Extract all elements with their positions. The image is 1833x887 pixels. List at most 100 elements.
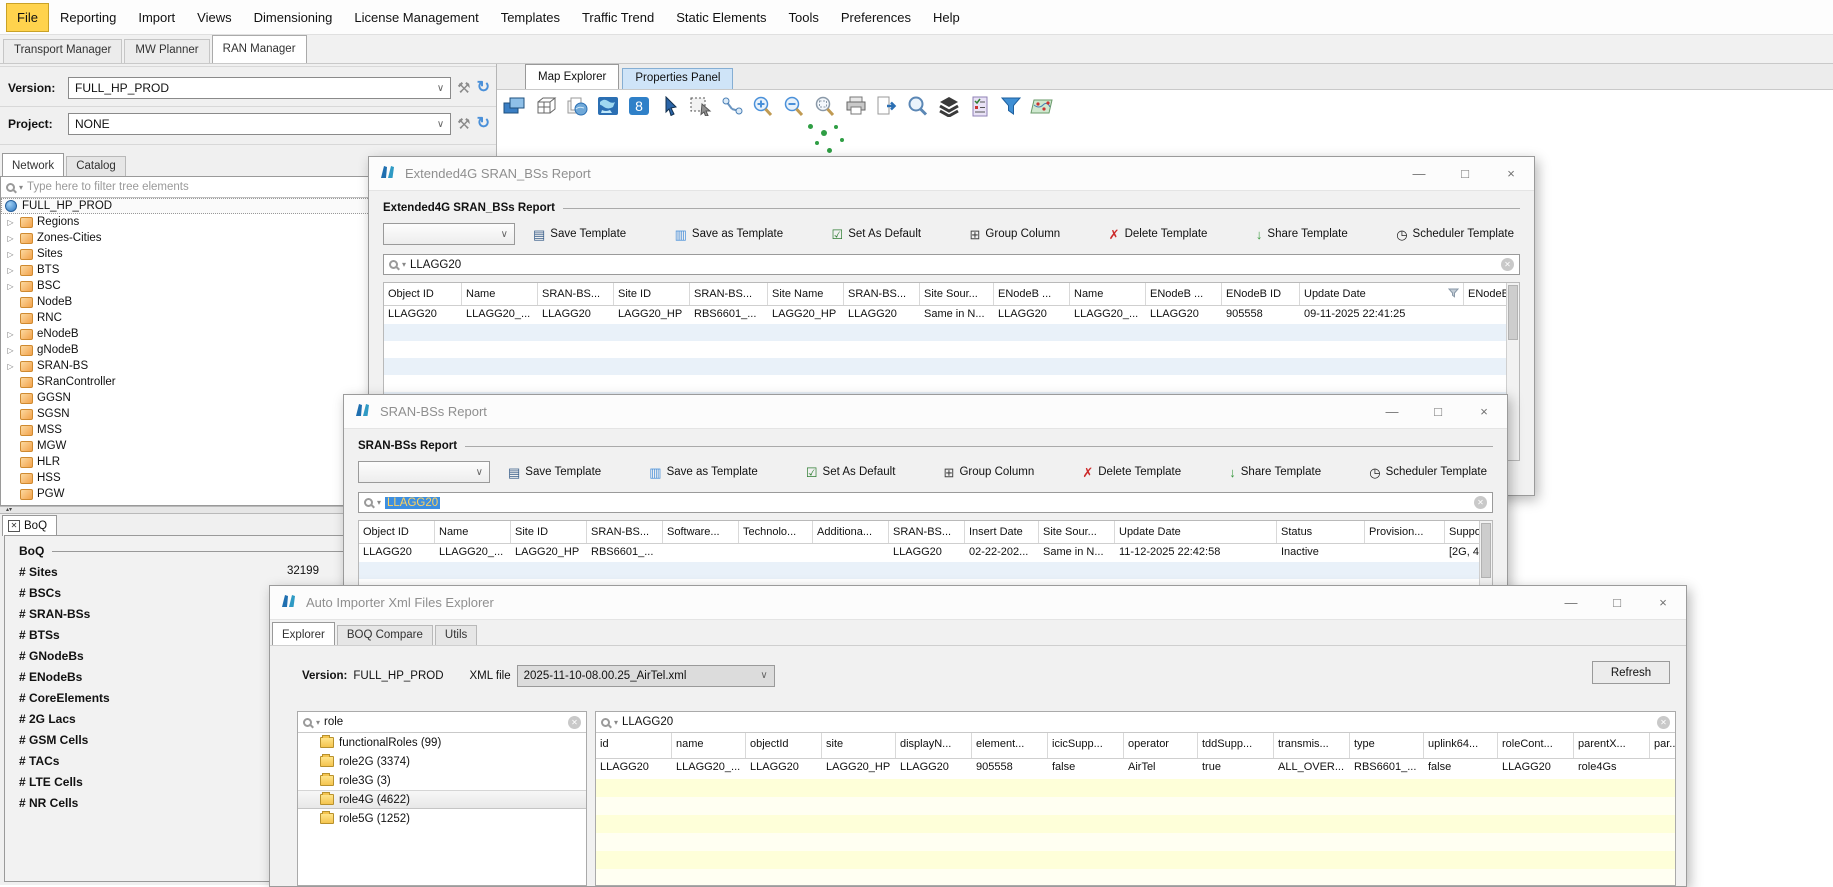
expand-arrow-icon[interactable]: ▷ <box>5 250 16 259</box>
close-icon[interactable]: ✕ <box>8 520 20 532</box>
map-marker[interactable] <box>840 138 844 142</box>
map-tab-properties-panel[interactable]: Properties Panel <box>622 68 733 89</box>
column-header-insert-date[interactable]: Insert Date <box>965 521 1039 543</box>
tab-boq[interactable]: ✕ BoQ <box>2 515 57 536</box>
table-row[interactable]: LLAGG20LLAGG20_...LLAGG20LAGG20_HPRBS660… <box>384 306 1519 324</box>
save-as-template-button[interactable]: ▥Save as Template <box>649 466 758 479</box>
menu-item-dimensioning[interactable]: Dimensioning <box>243 3 344 32</box>
column-header-sran-bs[interactable]: SRAN-BS... <box>538 283 614 305</box>
clear-search-icon[interactable]: ✕ <box>1501 258 1514 271</box>
delete-template-button[interactable]: ✗Delete Template <box>1109 228 1208 241</box>
project-dropdown[interactable]: NONE ∨ <box>68 113 451 135</box>
print-icon[interactable] <box>843 95 868 118</box>
column-header-rolecont[interactable]: roleCont... <box>1498 733 1574 758</box>
column-header-name[interactable]: Name <box>462 283 538 305</box>
table-row[interactable]: LLAGG20LLAGG20_...LLAGG20LAGG20_HPLLAGG2… <box>596 759 1675 779</box>
column-header-objectid[interactable]: objectId <box>746 733 822 758</box>
delete-template-button[interactable]: ✗Delete Template <box>1082 466 1181 479</box>
copy-map-icon[interactable] <box>564 95 589 118</box>
column-header-additiona[interactable]: Additiona... <box>813 521 889 543</box>
menu-item-file[interactable]: File <box>6 3 49 32</box>
column-header-id[interactable]: id <box>596 733 672 758</box>
importer-tab-boq-compare[interactable]: BOQ Compare <box>337 625 433 645</box>
world-map-icon[interactable] <box>595 95 620 118</box>
save-as-template-button[interactable]: ▥Save as Template <box>675 228 784 241</box>
column-header-uplink64[interactable]: uplink64... <box>1424 733 1498 758</box>
configure-version-icon[interactable]: ⚒ <box>457 81 470 96</box>
column-header-site-sour[interactable]: Site Sour... <box>920 283 994 305</box>
column-header-site-sour[interactable]: Site Sour... <box>1039 521 1115 543</box>
column-header-operator[interactable]: operator <box>1124 733 1198 758</box>
column-header-technolo[interactable]: Technolo... <box>739 521 813 543</box>
menu-item-templates[interactable]: Templates <box>490 3 571 32</box>
google-earth-icon[interactable]: 8 <box>626 95 651 118</box>
minimize-button[interactable]: — <box>1369 395 1415 428</box>
set-as-default-button[interactable]: ☑Set As Default <box>806 466 896 479</box>
column-header-site-id[interactable]: Site ID <box>614 283 690 305</box>
scheduler-template-button[interactable]: ◷Scheduler Template <box>1369 466 1487 479</box>
app-tab-transport-manager[interactable]: Transport Manager <box>3 39 122 63</box>
report-search-input[interactable]: ▾ LLAGG20 ✕ <box>383 254 1520 275</box>
tree-tab-catalog[interactable]: Catalog <box>66 156 126 176</box>
map-tab-map-explorer[interactable]: Map Explorer <box>525 64 619 89</box>
menu-item-license-management[interactable]: License Management <box>343 3 489 32</box>
refresh-version-icon[interactable]: ↻ <box>477 80 490 96</box>
column-header-update-date[interactable]: Update Date <box>1300 283 1464 305</box>
close-button[interactable]: × <box>1461 395 1507 428</box>
share-template-button[interactable]: ↓Share Template <box>1256 228 1348 241</box>
save-template-button[interactable]: ▤Save Template <box>533 228 626 241</box>
map-marker[interactable] <box>808 124 813 129</box>
expand-arrow-icon[interactable]: ▷ <box>5 346 16 355</box>
column-header-displayn[interactable]: displayN... <box>896 733 972 758</box>
report-search-input[interactable]: ▾ LLAGG20 ✕ <box>358 492 1493 513</box>
column-header-enodeb-id[interactable]: ENodeB ID <box>1222 283 1300 305</box>
column-header-enodeb[interactable]: ENodeB ... <box>1146 283 1222 305</box>
window-titlebar[interactable]: Auto Importer Xml Files Explorer — □ × <box>270 586 1686 620</box>
column-header-name[interactable]: Name <box>1070 283 1146 305</box>
window-titlebar[interactable]: SRAN-BSs Report — □ × <box>344 395 1507 429</box>
menu-item-import[interactable]: Import <box>127 3 186 32</box>
column-header-transmis[interactable]: transmis... <box>1274 733 1350 758</box>
expand-arrow-icon[interactable]: ▷ <box>5 282 16 291</box>
column-header-sran-bs[interactable]: SRAN-BS... <box>690 283 768 305</box>
layers-icon[interactable] <box>936 95 961 118</box>
menu-item-static-elements[interactable]: Static Elements <box>665 3 777 32</box>
scrollbar-thumb[interactable] <box>1508 285 1518 340</box>
folder-item-role2g-3374[interactable]: role2G (3374) <box>298 752 586 771</box>
save-template-button[interactable]: ▤Save Template <box>508 466 601 479</box>
column-header-sran-bs[interactable]: SRAN-BS... <box>889 521 965 543</box>
zoom-out-icon[interactable] <box>781 95 806 118</box>
minimize-button[interactable]: — <box>1396 157 1442 190</box>
map-marker[interactable] <box>821 130 827 136</box>
expand-arrow-icon[interactable]: ▷ <box>5 218 16 227</box>
maximize-button[interactable]: □ <box>1442 157 1488 190</box>
clear-search-icon[interactable]: ✕ <box>1474 496 1487 509</box>
menu-item-tools[interactable]: Tools <box>778 3 830 32</box>
maximize-button[interactable]: □ <box>1415 395 1461 428</box>
zoom-in-icon[interactable] <box>750 95 775 118</box>
column-header-provision[interactable]: Provision... <box>1365 521 1445 543</box>
column-header-name[interactable]: Name <box>435 521 511 543</box>
importer-tab-utils[interactable]: Utils <box>435 625 477 645</box>
filter-funnel-icon[interactable] <box>1448 288 1459 305</box>
column-header-site-id[interactable]: Site ID <box>511 521 587 543</box>
minimize-button[interactable]: — <box>1548 586 1594 619</box>
expand-arrow-icon[interactable]: ▷ <box>5 266 16 275</box>
close-button[interactable]: × <box>1488 157 1534 190</box>
expand-arrow-icon[interactable]: ▷ <box>5 330 16 339</box>
refresh-button[interactable]: Refresh <box>1592 661 1670 684</box>
configure-project-icon[interactable]: ⚒ <box>457 117 470 132</box>
column-header-type[interactable]: type <box>1350 733 1424 758</box>
column-header-enodeb[interactable]: ENodeB ... <box>994 283 1070 305</box>
column-header-sran-bs[interactable]: SRAN-BS... <box>587 521 663 543</box>
menu-item-help[interactable]: Help <box>922 3 971 32</box>
folder-item-role5g-1252[interactable]: role5G (1252) <box>298 809 586 828</box>
xml-file-dropdown[interactable]: 2025-11-10-08.00.25_AirTel.xml ∨ <box>517 665 775 687</box>
measure-line-icon[interactable] <box>719 95 744 118</box>
template-dropdown[interactable]: ∨ <box>383 223 515 245</box>
app-tab-ran-manager[interactable]: RAN Manager <box>212 35 307 63</box>
close-button[interactable]: × <box>1640 586 1686 619</box>
column-header-site[interactable]: site <box>822 733 896 758</box>
table-row[interactable]: LLAGG20LLAGG20_...LAGG20_HPRBS6601_...LL… <box>359 544 1492 562</box>
set-as-default-button[interactable]: ☑Set As Default <box>832 228 922 241</box>
